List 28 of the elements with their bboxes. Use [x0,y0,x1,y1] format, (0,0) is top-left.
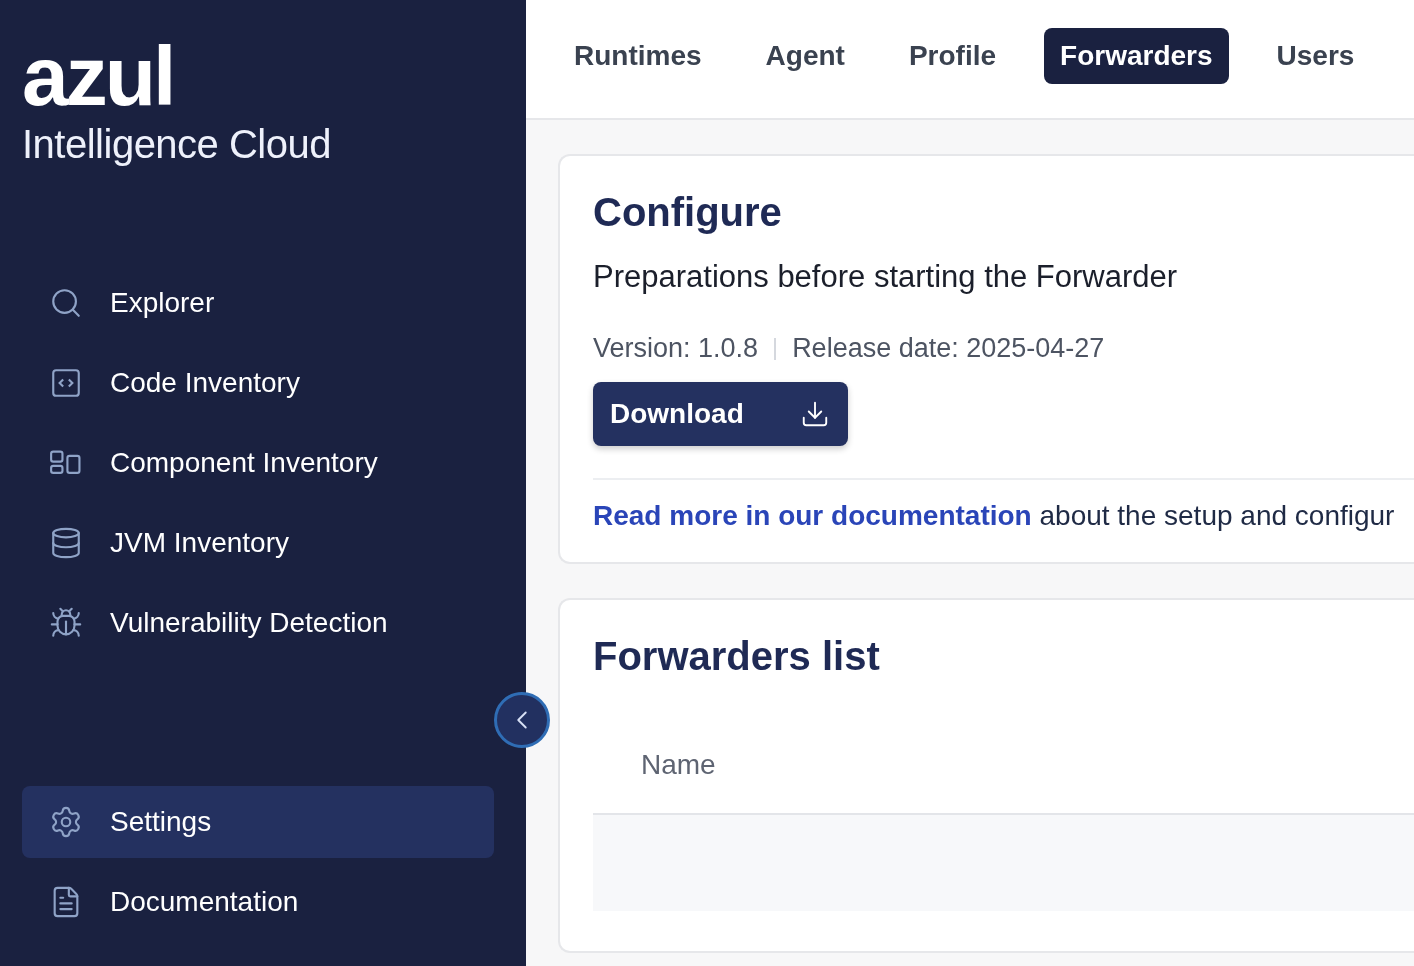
bug-icon [49,606,83,640]
section-title: Configure [593,190,783,235]
sidebar-item[interactable]: JVM Inventory [22,507,494,579]
settings-icon [49,805,83,839]
section-subtitle: Preparations before starting the Forwarder [593,259,1179,295]
tab[interactable]: Profile [892,28,1013,84]
documentation-note: Read more in our documentation about the setup and configur [593,500,1396,532]
sidebar-item[interactable]: Code Inventory [22,347,494,419]
section-title: Forwarders list [593,634,881,679]
code-icon [49,366,83,400]
documentation-link[interactable]: Read more in our documentation [593,500,1032,531]
search-icon [49,286,83,320]
sidebar-item[interactable]: Component Inventory [22,427,494,499]
release-date-text: Release date: 2025-04-27 [792,333,1105,364]
tab[interactable]: Users [1260,28,1371,84]
sidebar-item[interactable]: Settings [22,786,494,858]
sidebar-item[interactable]: Explorer [22,267,494,339]
download-button[interactable]: Download [593,382,848,446]
tab[interactable]: Forwarders [1044,28,1229,84]
tab[interactable]: Runtimes [558,28,718,84]
version-text: Version: 1.0.8 [593,333,759,364]
sidebar-item[interactable]: Documentation [22,866,494,938]
tab[interactable]: Agent [749,28,861,84]
product-name: Intelligence Cloud [22,122,332,167]
logo: azul [22,36,175,116]
sidebar-item[interactable]: Vulnerability Detection [22,587,494,659]
collapse-sidebar-button[interactable] [494,692,550,748]
database-icon [49,526,83,560]
